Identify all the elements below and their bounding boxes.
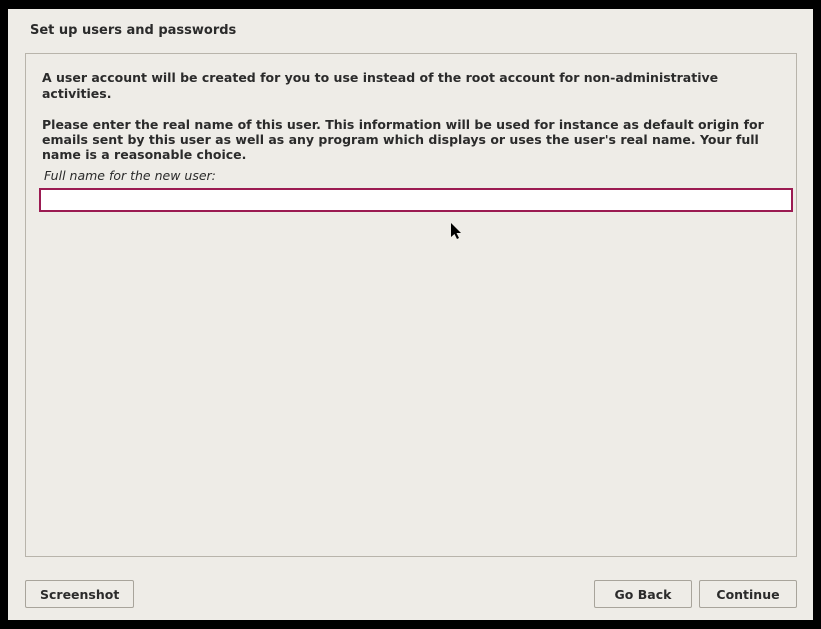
go-back-button[interactable]: Go Back xyxy=(594,580,692,608)
main-panel: A user account will be created for you t… xyxy=(25,53,797,557)
page-title: Set up users and passwords xyxy=(8,9,813,46)
fullname-label: Full name for the new user: xyxy=(36,168,786,183)
intro-text-2: Please enter the real name of this user.… xyxy=(36,117,786,162)
intro-text-1: A user account will be created for you t… xyxy=(36,70,786,103)
fullname-input[interactable] xyxy=(40,189,792,211)
installer-window: Set up users and passwords A user accoun… xyxy=(8,9,813,620)
button-bar: Screenshot Go Back Continue xyxy=(25,578,797,608)
screenshot-button[interactable]: Screenshot xyxy=(25,580,134,608)
continue-button[interactable]: Continue xyxy=(699,580,797,608)
